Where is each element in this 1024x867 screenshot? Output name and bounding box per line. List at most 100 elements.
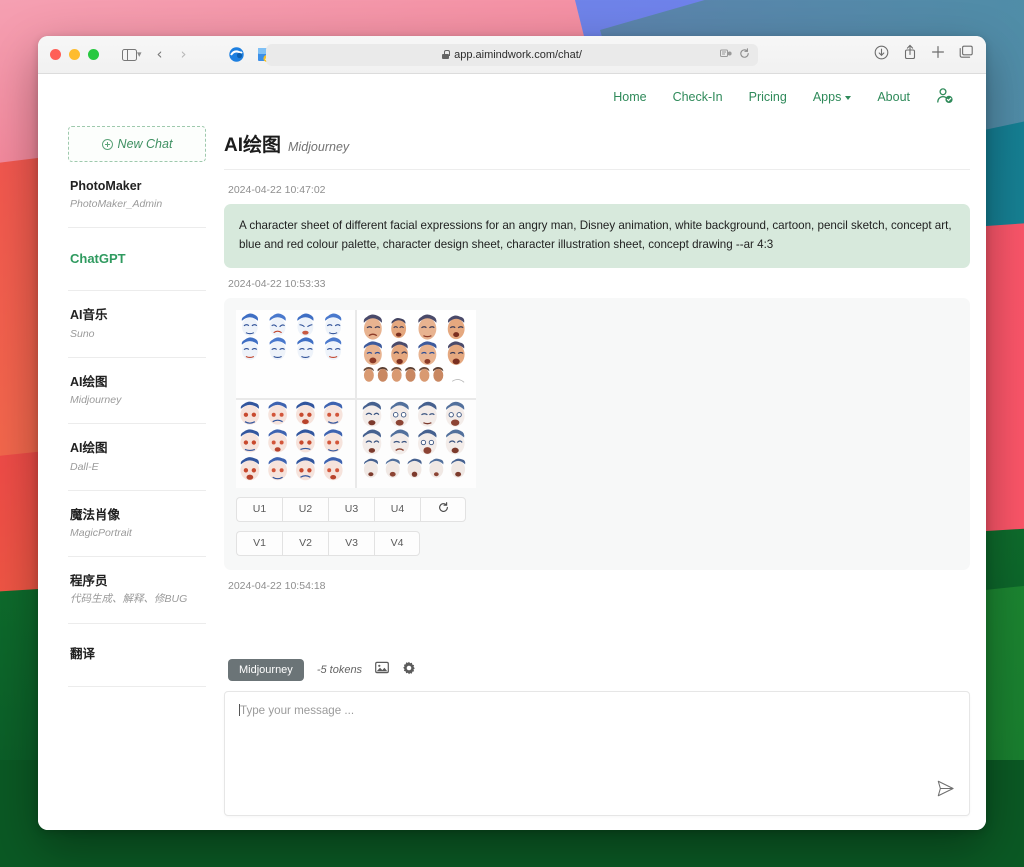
address-bar-actions <box>720 47 750 62</box>
user-message-text: A character sheet of different facial ex… <box>239 219 952 251</box>
safari-window: ▾ ‹ › app.aimindwork.com/chat/ Home Chec… <box>38 36 986 830</box>
sidebar-item-programmer[interactable]: 程序员 代码生成、解释、修BUG <box>68 557 206 624</box>
chevron-down-icon <box>845 96 852 100</box>
tab-overview-button[interactable] <box>959 45 974 64</box>
page-subtitle: Midjourney <box>288 140 350 154</box>
generated-image-3[interactable] <box>236 399 355 488</box>
upscale-button-row: U1 U2 U3 U4 <box>236 496 958 522</box>
address-bar[interactable]: app.aimindwork.com/chat/ <box>266 43 758 66</box>
sidebar-item-title: ChatGPT <box>70 250 126 266</box>
sidebar-item-subtitle: MagicPortrait <box>70 526 132 539</box>
generated-image-4[interactable] <box>357 399 476 488</box>
composer-toolbar: Midjourney -5 tokens <box>224 651 970 691</box>
chat-header: AI绘图 Midjourney <box>224 120 970 170</box>
download-button[interactable] <box>874 45 889 65</box>
placeholder-text: Type your message ... <box>240 704 355 717</box>
sidebar-item-subtitle: 代码生成、解释、修BUG <box>70 593 188 606</box>
browser-toolbar: ▾ ‹ › app.aimindwork.com/chat/ <box>38 36 986 74</box>
sidebar-item-ai-draw-dalle[interactable]: AI绘图 Dall-E <box>68 424 206 491</box>
sidebar-item-magic-portrait[interactable]: 魔法肖像 MagicPortrait <box>68 491 206 558</box>
chevron-down-icon[interactable]: ▾ <box>137 49 142 60</box>
site-navigation: Home Check-In Pricing Apps About <box>38 74 986 120</box>
sidebar-item-title: PhotoMaker <box>70 179 142 193</box>
message-input-placeholder: Type your message ... <box>239 704 955 717</box>
reader-icon[interactable] <box>720 48 732 62</box>
message-stream[interactable]: 2024-04-22 10:47:02 A character sheet of… <box>224 170 970 647</box>
user-message-bubble: A character sheet of different facial ex… <box>224 204 970 268</box>
settings-button[interactable] <box>402 661 416 680</box>
extension-globe-icon[interactable] <box>228 46 245 63</box>
nav-pricing[interactable]: Pricing <box>749 90 787 104</box>
minimize-window-button[interactable] <box>69 49 80 60</box>
sidebar-item-ai-draw-midjourney[interactable]: AI绘图 Midjourney <box>68 358 206 425</box>
maximize-window-button[interactable] <box>88 49 99 60</box>
sidebar-item-photomaker[interactable]: PhotoMaker PhotoMaker_Admin <box>68 162 206 229</box>
generated-image-1[interactable] <box>236 309 355 398</box>
sidebar-item-title: 程序员 <box>70 574 108 589</box>
sidebar-item-title: AI绘图 <box>70 441 108 456</box>
nav-about[interactable]: About <box>877 90 910 104</box>
variation-v2-button[interactable]: V2 <box>282 530 328 556</box>
nav-apps[interactable]: Apps <box>813 90 852 104</box>
sidebar-item-subtitle: Dall-E <box>70 460 99 473</box>
reroll-button[interactable] <box>420 496 466 522</box>
new-chat-label: New Chat <box>117 137 173 151</box>
message-timestamp: 2024-04-22 10:53:33 <box>228 277 326 290</box>
nav-check-in-label: Check-In <box>672 90 723 104</box>
forward-button[interactable]: › <box>172 44 196 66</box>
nav-home-label: Home <box>613 90 647 104</box>
upscale-u1-button[interactable]: U1 <box>236 496 282 522</box>
upscale-u2-button[interactable]: U2 <box>282 496 328 522</box>
new-chat-button[interactable]: New Chat <box>68 126 206 162</box>
web-page: Home Check-In Pricing Apps About New Cha… <box>38 74 986 830</box>
sidebar-item-title: 魔法肖像 <box>70 507 121 522</box>
send-button[interactable] <box>936 779 955 803</box>
plus-circle-icon <box>101 138 113 150</box>
window-controls <box>50 49 99 60</box>
sidebar-item-subtitle: PhotoMaker_Admin <box>70 198 163 211</box>
new-tab-button[interactable] <box>931 45 945 64</box>
sidebar-item-ai-music[interactable]: AI音乐 Suno <box>68 291 206 358</box>
forward-icon: › <box>180 45 187 63</box>
image-upload-icon <box>375 661 389 679</box>
sidebar-item-subtitle: Suno <box>70 327 95 340</box>
sidebar-item-chatgpt[interactable]: ChatGPT <box>68 228 206 292</box>
nav-check-in[interactable]: Check-In <box>673 90 723 104</box>
refresh-icon <box>438 502 449 516</box>
lock-icon <box>442 50 450 59</box>
sidebar-item-translate[interactable]: 翻译 <box>68 624 206 687</box>
variation-button-row: V1 V2 V3 V4 <box>236 530 958 556</box>
close-window-button[interactable] <box>50 49 61 60</box>
reload-icon[interactable] <box>739 47 750 62</box>
nav-apps-label: Apps <box>812 90 842 104</box>
sidebar-item-title: 翻译 <box>70 647 96 662</box>
message-timestamp: 2024-04-22 10:54:18 <box>228 579 326 592</box>
generated-image-2[interactable] <box>357 309 476 398</box>
variation-v4-button[interactable]: V4 <box>374 530 420 556</box>
variation-v3-button[interactable]: V3 <box>328 530 374 556</box>
sidebar-item-title: AI绘图 <box>70 374 108 389</box>
account-button[interactable] <box>936 87 954 108</box>
message-input[interactable]: Type your message ... <box>224 691 970 816</box>
page-title: AI绘图 <box>224 135 282 156</box>
chat-sidebar: New Chat PhotoMaker PhotoMaker_Admin Cha… <box>38 120 218 830</box>
nav-about-label: About <box>877 90 910 104</box>
content-columns: New Chat PhotoMaker PhotoMaker_Admin Cha… <box>38 120 986 830</box>
upscale-u3-button[interactable]: U3 <box>328 496 374 522</box>
send-icon <box>936 780 955 802</box>
token-cost-label: -5 tokens <box>316 664 363 676</box>
sidebar-item-title: AI音乐 <box>70 308 108 323</box>
nav-pricing-label: Pricing <box>748 90 787 104</box>
back-button[interactable]: ‹ <box>148 44 172 66</box>
upscale-u4-button[interactable]: U4 <box>374 496 420 522</box>
desktop-background: ▾ ‹ › app.aimindwork.com/chat/ Home Chec… <box>0 0 1024 867</box>
variation-v1-button[interactable]: V1 <box>236 530 282 556</box>
chat-main: AI绘图 Midjourney 2024-04-22 10:47:02 A ch… <box>218 120 986 830</box>
image-upload-button[interactable] <box>375 661 389 679</box>
share-button[interactable] <box>903 44 917 65</box>
generated-image-grid[interactable] <box>236 309 476 488</box>
model-badge[interactable]: Midjourney <box>228 659 304 681</box>
toolbar-right-actions <box>874 44 974 65</box>
nav-home[interactable]: Home <box>613 90 646 104</box>
url-text: app.aimindwork.com/chat/ <box>454 48 582 61</box>
